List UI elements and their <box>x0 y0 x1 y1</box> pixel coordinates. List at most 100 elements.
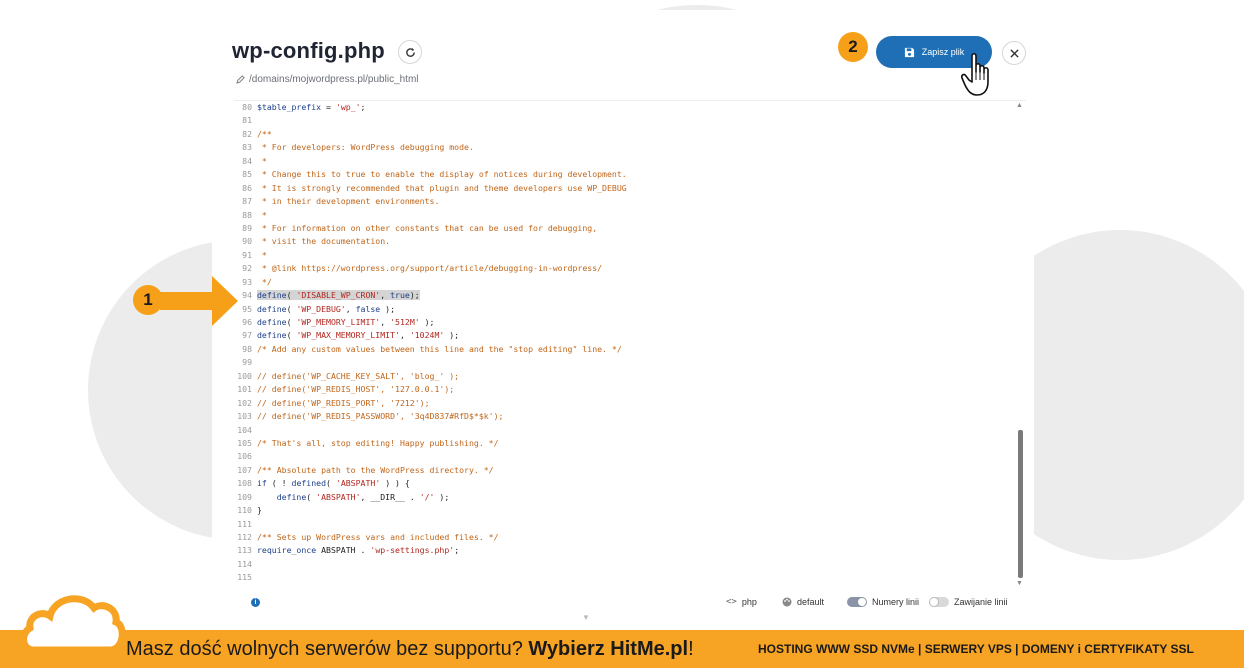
line-number: 99 <box>242 357 252 368</box>
step-badge-1: 1 <box>133 285 163 315</box>
code-line-text: * It is strongly recommended that plugin… <box>257 182 627 193</box>
code-line[interactable]: 114 <box>237 558 627 571</box>
code-line[interactable]: 87 * in their development environments. <box>242 195 627 208</box>
line-number: 84 <box>242 155 252 166</box>
code-area[interactable]: 80 $table_prefix = 'wp_'; 81 82 /** 83 * For … <box>237 101 627 585</box>
code-line[interactable]: 108 if ( ! defined( 'ABSPATH' ) ) { <box>237 477 627 490</box>
code-line-text: if ( ! defined( 'ABSPATH' ) ) { <box>257 478 410 489</box>
line-numbers-toggle[interactable]: Numery linii <box>847 597 919 607</box>
code-line[interactable]: 85 * Change this to true to enable the d… <box>242 168 627 181</box>
code-line[interactable]: 105 /* That's all, stop editing! Happy pu… <box>237 437 627 450</box>
pointer-arrow <box>160 276 238 326</box>
code-line-text: // define('WP_CACHE_KEY_SALT', 'blog_' )… <box>257 370 460 381</box>
line-number: 81 <box>242 115 252 126</box>
line-number: 91 <box>242 249 252 260</box>
close-icon <box>1009 48 1019 58</box>
code-line[interactable]: 95 define( 'WP_DEBUG', false ); <box>242 303 627 316</box>
refresh-button[interactable] <box>398 40 422 64</box>
code-line[interactable]: 110} <box>237 504 627 517</box>
code-line[interactable]: 107 /** Absolute path to the WordPress di… <box>237 464 627 477</box>
line-number: 85 <box>242 169 252 180</box>
line-number: 82 <box>242 128 252 139</box>
code-line[interactable]: 99 <box>242 356 627 369</box>
code-line[interactable]: 81 <box>242 114 627 127</box>
line-number: 110 <box>237 505 252 516</box>
code-line[interactable]: 103 // define('WP_REDIS_PASSWORD', '3q4D8… <box>237 410 627 423</box>
cloud-logo-icon <box>20 595 126 652</box>
line-number: 103 <box>237 411 252 422</box>
code-line-text: * For information on other constants tha… <box>257 222 598 233</box>
code-line[interactable]: 83 * For developers: WordPress debugging… <box>242 141 627 154</box>
save-button-label: Zapisz plik <box>921 47 965 57</box>
code-line[interactable]: 104 <box>237 424 627 437</box>
code-line[interactable]: 112 /** Sets up WordPress vars and includ… <box>237 531 627 544</box>
code-line[interactable]: 97 define( 'WP_MAX_MEMORY_LIMIT', '1024M'… <box>242 329 627 342</box>
code-line-text: * <box>257 209 267 220</box>
code-line[interactable]: 106 <box>237 450 627 463</box>
code-line[interactable]: 115 <box>237 571 627 584</box>
code-line-text: } <box>257 505 262 516</box>
code-line-text: /* Add any custom values between this li… <box>257 343 622 354</box>
vertical-scrollbar-thumb[interactable] <box>1018 430 1023 578</box>
line-number: 87 <box>242 196 252 207</box>
line-numbers-switch[interactable] <box>847 597 867 607</box>
code-line-text: * For developers: WordPress debugging mo… <box>257 142 474 153</box>
code-line[interactable]: 94 define( 'DISABLE_WP_CRON', true); <box>242 289 627 302</box>
path-text: /domains/mojwordpress.pl/public_html <box>249 74 419 85</box>
line-number: 86 <box>242 182 252 193</box>
line-number: 100 <box>237 370 252 381</box>
line-number: 115 <box>237 572 252 583</box>
code-line-text: * @link https://wordpress.org/support/ar… <box>257 263 603 274</box>
line-number: 98 <box>242 343 252 354</box>
file-path: /domains/mojwordpress.pl/public_html <box>236 74 419 85</box>
word-wrap-switch[interactable] <box>929 597 949 607</box>
code-line[interactable]: 86 * It is strongly recommended that plu… <box>242 182 627 195</box>
code-line[interactable]: 102 // define('WP_REDIS_PORT', '7212'); <box>237 397 627 410</box>
code-line-text: * <box>257 249 267 260</box>
scroll-down-arrow[interactable]: ▼ <box>1016 580 1023 587</box>
refresh-icon <box>405 47 415 57</box>
code-line[interactable]: 111 <box>237 518 627 531</box>
code-line-text: * in their development environments. <box>257 196 440 207</box>
code-line-text: * Change this to true to enable the disp… <box>257 169 627 180</box>
scroll-up-arrow[interactable]: ▲ <box>1016 102 1023 109</box>
info-icon[interactable]: i <box>251 598 260 607</box>
code-line[interactable]: 89 * For information on other constants … <box>242 222 627 235</box>
code-line[interactable]: 90 * visit the documentation. <box>242 235 627 248</box>
language-selector[interactable]: <> php <box>726 597 757 607</box>
line-number: 114 <box>237 558 252 569</box>
word-wrap-toggle[interactable]: Zawijanie linii <box>929 597 1008 607</box>
code-line[interactable]: 100 // define('WP_CACHE_KEY_SALT', 'blog_… <box>237 370 627 383</box>
code-line[interactable]: 98 /* Add any custom values between this … <box>242 343 627 356</box>
code-line[interactable]: 92 * @link https://wordpress.org/support… <box>242 262 627 275</box>
code-line[interactable]: 109 define( 'ABSPATH', __DIR__ . '/' ); <box>237 491 627 504</box>
close-button[interactable] <box>1002 41 1026 65</box>
chevron-down-icon: ▼ <box>582 613 590 622</box>
line-number: 102 <box>237 397 252 408</box>
line-number: 111 <box>237 518 252 529</box>
promo-message: Masz dość wolnych serwerów bez supportu?… <box>126 638 694 661</box>
line-number: 89 <box>242 222 252 233</box>
floppy-disk-icon <box>904 47 914 57</box>
code-line[interactable]: 91 * <box>242 249 627 262</box>
code-line[interactable]: 82 /** <box>242 128 627 141</box>
line-number: 92 <box>242 263 252 274</box>
code-line-text: /* That's all, stop editing! Happy publi… <box>257 437 499 448</box>
code-line[interactable]: 80 $table_prefix = 'wp_'; <box>242 101 627 114</box>
code-line[interactable]: 113 require_once ABSPATH . 'wp-settings.p… <box>237 544 627 557</box>
palette-icon <box>782 597 792 607</box>
code-line[interactable]: 101 // define('WP_REDIS_HOST', '127.0.0.1… <box>237 383 627 396</box>
line-number: 112 <box>237 532 252 542</box>
code-editor[interactable]: 80 $table_prefix = 'wp_'; 81 82 /** 83 * For … <box>234 100 1026 593</box>
code-line[interactable]: 88 * <box>242 209 627 222</box>
code-line[interactable]: 84 * <box>242 155 627 168</box>
code-line[interactable]: 93 */ <box>242 276 627 289</box>
promo-text: Masz dość wolnych serwerów bez supportu? <box>126 638 529 660</box>
code-line-text: // define('WP_REDIS_HOST', '127.0.0.1'); <box>257 384 455 395</box>
services-list: HOSTING WWW SSD NVMe | SERWERY VPS | DOM… <box>758 642 1194 656</box>
code-line-text: */ <box>257 276 272 287</box>
theme-selector[interactable]: default <box>782 597 824 607</box>
line-number: 83 <box>242 142 252 153</box>
code-line[interactable]: 96 define( 'WP_MEMORY_LIMIT', '512M' ); <box>242 316 627 329</box>
code-line-text: * <box>257 155 267 166</box>
